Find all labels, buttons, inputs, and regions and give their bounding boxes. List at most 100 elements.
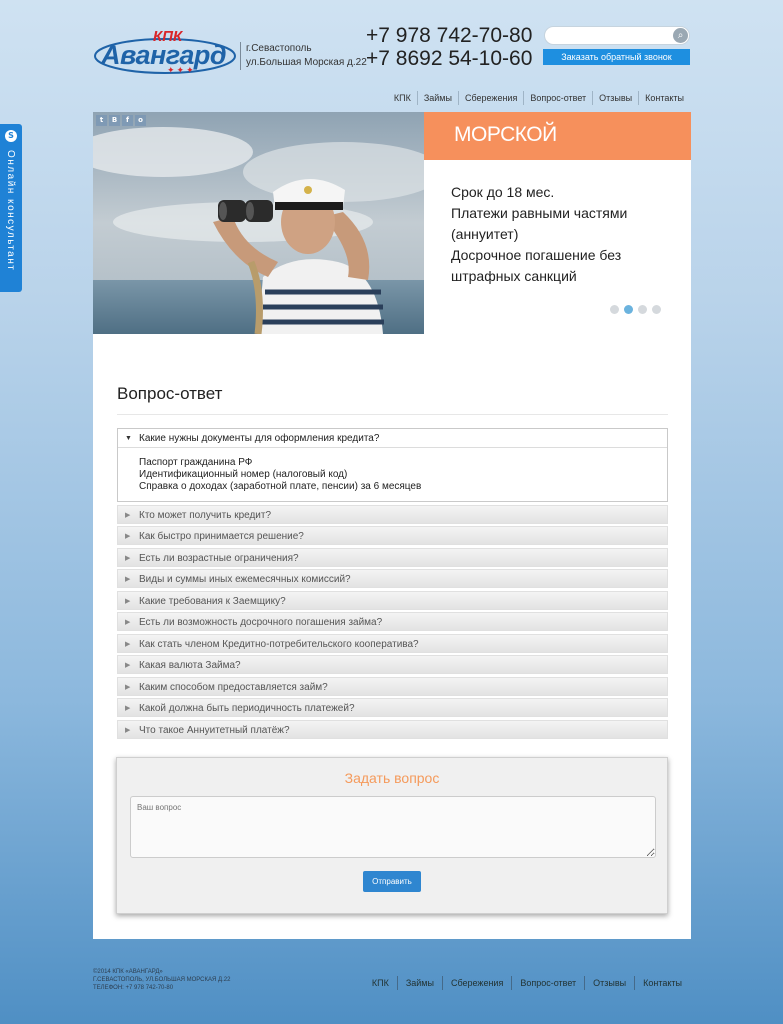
footer-copyright: ©2014 КПК «АВАНГАРД» bbox=[93, 969, 163, 975]
footer-nav-contacts[interactable]: Контакты bbox=[634, 976, 690, 990]
odnoklassniki-icon[interactable]: o bbox=[135, 115, 146, 126]
search-icon[interactable]: ⌕ bbox=[673, 28, 688, 43]
slider-dot[interactable] bbox=[610, 305, 619, 314]
faq-collapsed-list: ▶ Кто может получить кредит? ▶ Как быстро п… bbox=[117, 504, 668, 739]
nav-item-faq[interactable]: Вопрос-ответ bbox=[523, 91, 592, 105]
social-icons: t B f o bbox=[96, 115, 146, 126]
faq-accordion: ▼ Какие нужны документы для оформления к… bbox=[117, 428, 668, 739]
skype-icon: S bbox=[5, 130, 17, 142]
online-consultant-label: Онлайн консультант bbox=[5, 150, 16, 272]
main-panel: t B f o МОРСКОЙ Срок до 18 мес. Платежи … bbox=[93, 112, 691, 939]
faq-question-text: Есть ли возрастные ограничения? bbox=[139, 552, 299, 564]
faq-answer: Паспорт гражданина РФ Идентификационный … bbox=[118, 448, 667, 501]
slider-dot-active[interactable] bbox=[624, 305, 633, 314]
slider-dot[interactable] bbox=[638, 305, 647, 314]
caret-right-icon: ▶ bbox=[125, 576, 131, 583]
faq-question[interactable]: ▶ Виды и суммы иных ежемесячных комиссий? bbox=[117, 569, 668, 588]
facebook-icon[interactable]: f bbox=[122, 115, 133, 126]
faq-question-open[interactable]: ▼ Какие нужны документы для оформления к… bbox=[118, 429, 667, 448]
faq-answer-line: Идентификационный номер (налоговый код) bbox=[139, 469, 348, 480]
faq-answer-line: Паспорт гражданина РФ bbox=[139, 457, 253, 468]
ask-question-title: Задать вопрос bbox=[344, 770, 440, 786]
faq-question-text: Виды и суммы иных ежемесячных комиссий? bbox=[139, 574, 351, 585]
faq-item-open: ▼ Какие нужны документы для оформления к… bbox=[117, 428, 668, 502]
faq-question[interactable]: ▶ Кто может получить кредит? bbox=[117, 504, 668, 524]
faq-question-text: Как стать членом Кредитно-потребительско… bbox=[139, 638, 419, 650]
footer-nav-loans[interactable]: Займы bbox=[396, 976, 442, 990]
caret-right-icon: ▶ bbox=[125, 662, 131, 669]
slide-line: штрафных санкций bbox=[451, 268, 577, 284]
caret-right-icon: ▶ bbox=[125, 533, 131, 540]
faq-question-text: Какой должна быть периодичность платежей… bbox=[139, 703, 355, 714]
logo[interactable]: КПК Авангард ✦✦✦ bbox=[93, 26, 238, 78]
footer-phone: ТЕЛЕФОН: +7 978 742-70-80 bbox=[93, 985, 174, 991]
faq-question-text: Каким способом предоставляется займ? bbox=[139, 681, 328, 693]
slide-line: (аннуитет) bbox=[451, 226, 519, 242]
caret-right-icon: ▶ bbox=[125, 705, 131, 712]
address-city: г.Севастополь bbox=[246, 43, 312, 54]
slider-dots bbox=[610, 305, 661, 314]
faq-question[interactable]: ▶ Какие требования к Заемщику? bbox=[117, 590, 668, 610]
logo-stars-icon: ✦✦✦ bbox=[167, 66, 196, 76]
faq-question-text: Какие требования к Заемщику? bbox=[139, 595, 286, 607]
caret-right-icon: ▶ bbox=[125, 640, 131, 648]
slide-description: Срок до 18 мес. Платежи равными частями … bbox=[451, 182, 671, 287]
faq-question-text: Что такое Аннуитетный платёж? bbox=[139, 724, 290, 736]
caret-down-icon: ▼ bbox=[125, 435, 132, 442]
top-nav: КПК Займы Сбережения Вопрос-ответ Отзывы… bbox=[388, 91, 690, 105]
faq-question[interactable]: ▶ Как быстро принимается решение? bbox=[117, 526, 668, 545]
faq-question[interactable]: ▶ Что такое Аннуитетный платёж? bbox=[117, 719, 668, 739]
address: г.Севастополь ул.Большая Морская д.22 bbox=[240, 42, 367, 70]
footer-info: ©2014 КПК «АВАНГАРД» Г.СЕВАСТОПОЛЬ, УЛ.Б… bbox=[93, 968, 230, 992]
phone-1: +7 978 742-70-80 bbox=[366, 24, 533, 47]
slide-line: Срок до 18 мес. bbox=[451, 184, 555, 200]
ask-question-form: Задать вопрос Отправить bbox=[116, 757, 668, 914]
search-box: ⌕ bbox=[544, 26, 690, 48]
slide-title: МОРСКОЙ bbox=[454, 123, 557, 146]
faq-answer-line: Справка о доходах (заработной плате, пен… bbox=[139, 481, 422, 492]
caret-right-icon: ▶ bbox=[125, 597, 131, 605]
faq-question[interactable]: ▶ Какой должна быть периодичность платеже… bbox=[117, 698, 668, 717]
footer-nav-kpk[interactable]: КПК bbox=[364, 976, 397, 990]
nav-item-loans[interactable]: Займы bbox=[416, 91, 458, 105]
faq-question-text: Как быстро принимается решение? bbox=[139, 531, 304, 542]
nav-item-savings[interactable]: Сбережения bbox=[457, 91, 523, 105]
footer-nav-reviews[interactable]: Отзывы bbox=[584, 976, 634, 990]
footer-nav: КПК Займы Сбережения Вопрос-ответ Отзывы… bbox=[364, 976, 690, 990]
page-title: Вопрос-ответ bbox=[117, 384, 223, 403]
faq-question[interactable]: ▶ Есть ли возможность досрочного погашени… bbox=[117, 612, 668, 631]
vk-icon[interactable]: B bbox=[109, 115, 120, 126]
faq-question[interactable]: ▶ Как стать членом Кредитно-потребительск… bbox=[117, 633, 668, 653]
question-input[interactable] bbox=[130, 796, 656, 858]
nav-item-kpk[interactable]: КПК bbox=[388, 91, 417, 105]
caret-right-icon: ▶ bbox=[125, 619, 131, 626]
title-divider bbox=[117, 414, 668, 415]
slider-dot[interactable] bbox=[652, 305, 661, 314]
faq-question[interactable]: ▶ Каким способом предоставляется займ? bbox=[117, 676, 668, 696]
twitter-icon[interactable]: t bbox=[96, 115, 107, 126]
address-street: ул.Большая Морская д.22 bbox=[246, 57, 367, 68]
faq-question-text: Кто может получить кредит? bbox=[139, 509, 272, 521]
footer-address: Г.СЕВАСТОПОЛЬ, УЛ.БОЛЬШАЯ МОРСКАЯ Д.22 bbox=[93, 977, 231, 983]
slide-title-bar: МОРСКОЙ bbox=[424, 112, 691, 160]
online-consultant-tab[interactable]: S Онлайн консультант bbox=[0, 124, 22, 292]
faq-question-text: Есть ли возможность досрочного погашения… bbox=[139, 617, 383, 628]
caret-right-icon: ▶ bbox=[125, 554, 131, 562]
caret-right-icon: ▶ bbox=[125, 511, 131, 519]
logo-name: Авангард bbox=[101, 40, 227, 70]
faq-question[interactable]: ▶ Есть ли возрастные ограничения? bbox=[117, 547, 668, 567]
phone-2: +7 8692 54-10-60 bbox=[366, 47, 533, 70]
hero-image: t B f o bbox=[93, 112, 424, 334]
search-input[interactable] bbox=[545, 31, 665, 48]
slide-line: Платежи равными частями bbox=[451, 205, 628, 221]
callback-button[interactable]: Заказать обратный звонок bbox=[543, 49, 690, 65]
faq-question-text: Какая валюта Займа? bbox=[139, 660, 241, 671]
submit-button[interactable]: Отправить bbox=[363, 871, 421, 892]
nav-item-contacts[interactable]: Контакты bbox=[638, 91, 690, 105]
footer-nav-savings[interactable]: Сбережения bbox=[441, 976, 511, 990]
faq-question[interactable]: ▶ Какая валюта Займа? bbox=[117, 655, 668, 674]
footer-nav-faq[interactable]: Вопрос-ответ bbox=[511, 976, 584, 990]
phone-numbers: +7 978 742-70-80 +7 8692 54-10-60 bbox=[366, 24, 532, 70]
nav-item-reviews[interactable]: Отзывы bbox=[592, 91, 638, 105]
caret-right-icon: ▶ bbox=[125, 683, 131, 691]
